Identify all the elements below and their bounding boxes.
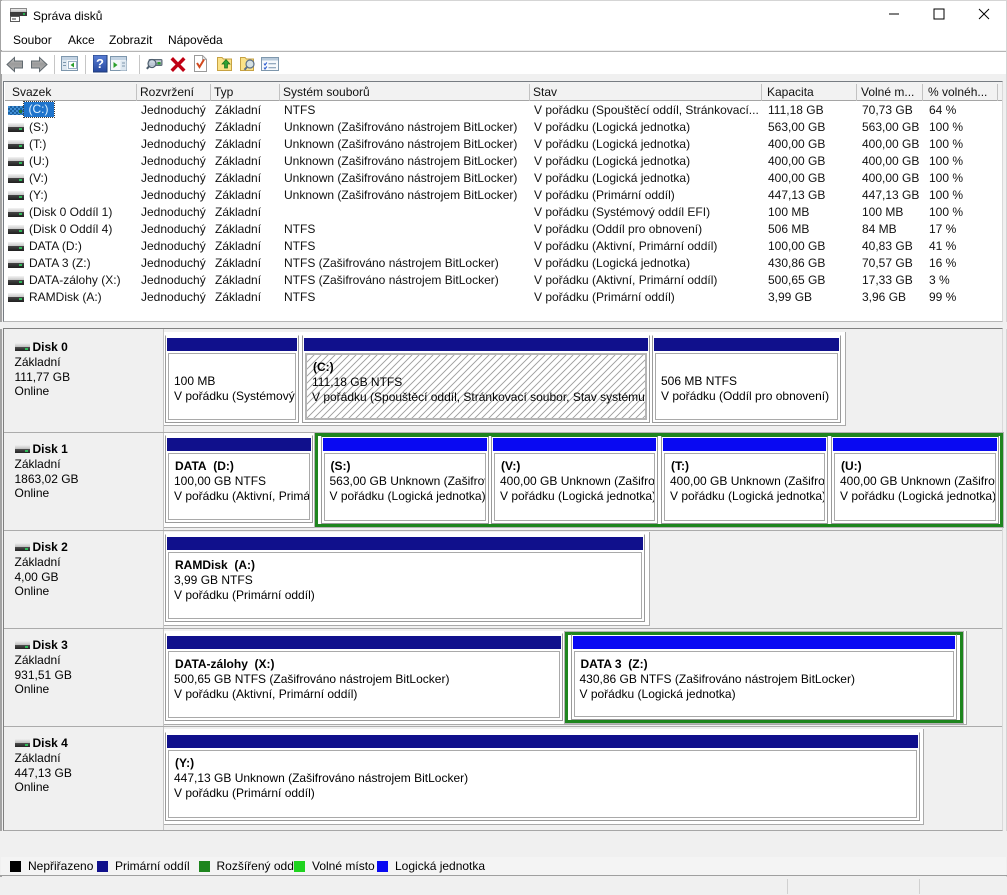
svg-text:?: ?	[96, 56, 104, 71]
